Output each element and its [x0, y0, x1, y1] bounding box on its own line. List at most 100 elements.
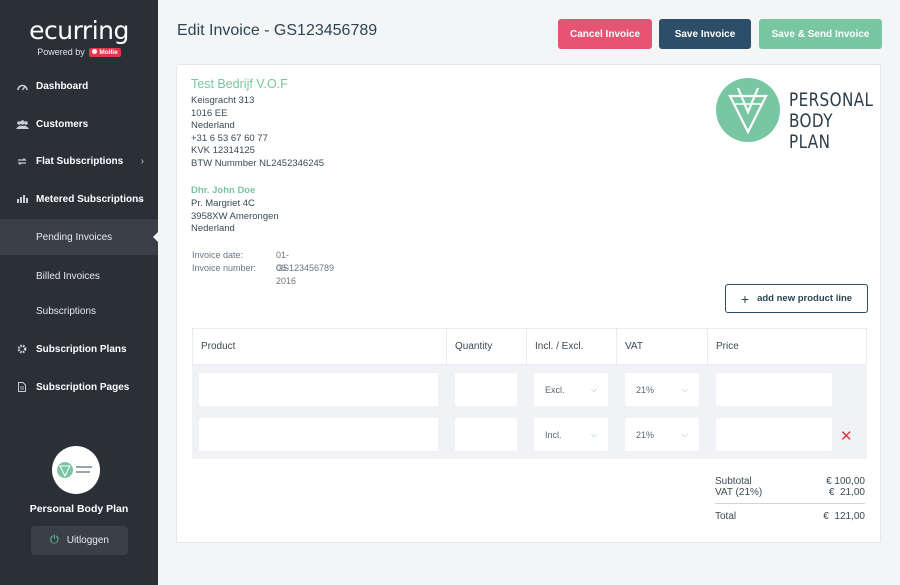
subtotal-row: Subtotal € 100,00 — [715, 476, 865, 487]
add-product-line-label: add new product line — [757, 293, 853, 304]
invoice-number-row: Invoice number: GS123456789 — [192, 262, 334, 275]
seller-name: Test Bedrijf V.O.F — [191, 77, 288, 91]
buyer-line: 3958XW Amerongen — [191, 210, 279, 222]
column-header-quantity: Quantity — [447, 329, 527, 364]
sidebar-item-label: Pending Invoices — [36, 231, 113, 243]
sidebar-item-label: Customers — [36, 118, 89, 130]
table-body: Excl. ⌵ 21% ⌵ Incl. ⌵ 21% ⌵ ✕ — [192, 365, 867, 459]
seller-line: KVK 12314125 — [191, 145, 255, 157]
seller-line: 1016 EE — [191, 107, 228, 119]
ecurring-logo[interactable]: ecurring Powered by Mollie — [0, 16, 158, 57]
sidebar-item-billed-invoices[interactable]: Billed Invoices — [0, 258, 158, 294]
sidebar-item-flat-subscriptions[interactable]: Flat Subscriptions › — [0, 143, 158, 179]
invoice-totals: Subtotal € 100,00 VAT (21%) € 21,00 Tota… — [715, 476, 865, 525]
invoice-date-row: Invoice date: 01-06-2016 — [192, 249, 296, 286]
sidebar-item-dashboard[interactable]: Dashboard — [0, 68, 158, 104]
invoice-meta: Invoice date: 01-06-2016 Invoice number:… — [192, 249, 334, 286]
quantity-input[interactable] — [455, 373, 517, 406]
logout-label: Uitloggen — [66, 535, 109, 546]
company-name: Personal Body Plan — [29, 503, 129, 515]
logo-wordmark: ecurring — [29, 16, 129, 45]
incl-excl-select[interactable]: Incl. ⌵ — [534, 418, 608, 451]
vat-select[interactable]: 21% ⌵ — [625, 418, 699, 451]
sidebar-item-label: Billed Invoices — [36, 270, 100, 282]
sidebar-item-customers[interactable]: Customers — [0, 106, 158, 142]
sidebar-item-label: Metered Subscriptions — [36, 193, 144, 205]
quantity-input[interactable] — [455, 418, 517, 451]
sidebar-item-pending-invoices[interactable]: Pending Invoices — [0, 219, 158, 255]
column-header-incl-excl: Incl. / Excl. — [527, 329, 617, 364]
logout-button[interactable]: ⏻ Uitloggen — [31, 526, 128, 555]
remove-line-icon[interactable]: ✕ — [840, 427, 853, 445]
price-input[interactable] — [716, 373, 832, 406]
document-icon — [15, 380, 29, 394]
chevron-right-icon: › — [140, 155, 144, 167]
chevron-down-icon: ⌵ — [590, 384, 597, 394]
refresh-icon — [15, 154, 29, 168]
chevron-down-icon: ⌵ — [681, 384, 688, 394]
vat-row: VAT (21%) € 21,00 — [715, 487, 865, 498]
company-logo-icon — [57, 462, 92, 478]
chevron-down-icon: ⌵ — [681, 429, 688, 439]
vat-select[interactable]: 21% ⌵ — [625, 373, 699, 406]
page-title: Edit Invoice - GS123456789 — [177, 22, 378, 39]
power-icon: ⏻ — [50, 534, 59, 546]
vat-total-value: € 21,00 — [828, 487, 865, 498]
vat-label: VAT (21%) — [715, 487, 763, 498]
column-header-product: Product — [193, 329, 447, 364]
users-icon — [15, 117, 29, 131]
price-input[interactable] — [716, 418, 832, 451]
gauge-icon — [15, 79, 29, 93]
save-send-invoice-button[interactable]: Save & Send Invoice — [759, 19, 882, 49]
plus-icon: + — [740, 290, 750, 307]
gear-icon — [15, 342, 29, 356]
incl-excl-value: Excl. — [545, 384, 565, 395]
seller-line: Keisgracht 313 — [191, 95, 255, 106]
mollie-badge-label: Mollie — [99, 49, 118, 56]
seller-line: +31 6 53 67 60 77 — [191, 132, 268, 144]
chevron-down-icon: ⌄ — [135, 193, 144, 205]
column-header-vat: VAT — [617, 329, 708, 364]
cancel-invoice-button[interactable]: Cancel Invoice — [558, 19, 652, 49]
sidebar-item-label: Subscription Pages — [36, 381, 130, 393]
sidebar-item-label: Subscription Plans — [36, 343, 127, 355]
company-avatar[interactable] — [52, 446, 100, 494]
buyer-address: Pr. Margriet 4C 3958XW Amerongen Nederla… — [191, 198, 279, 236]
product-input[interactable] — [199, 373, 438, 406]
sidebar-item-metered-subscriptions[interactable]: Metered Subscriptions ⌄ — [0, 181, 158, 217]
total-label: Total — [715, 511, 737, 522]
buyer-line: Nederland — [191, 223, 235, 235]
brand-line: BODY PLAN — [789, 110, 833, 153]
incl-excl-select[interactable]: Excl. ⌵ — [534, 373, 608, 406]
total-value: € 121,00 — [823, 511, 865, 522]
incl-excl-value: Incl. — [545, 429, 562, 440]
invoice-number-value: GS123456789 — [276, 263, 335, 273]
seller-line: BTW Nummber NL2452346245 — [191, 157, 325, 169]
powered-by: Powered by Mollie — [0, 47, 158, 57]
save-invoice-button[interactable]: Save Invoice — [659, 19, 751, 49]
vat-value: 21% — [636, 429, 655, 440]
total-row: Total € 121,00 — [715, 503, 865, 525]
brand-line: PERSONAL — [789, 89, 874, 111]
product-input[interactable] — [199, 418, 438, 451]
product-table: Product Quantity Incl. / Excl. VAT Price… — [192, 328, 867, 459]
vat-value: 21% — [636, 384, 655, 395]
invoice-date-label: Invoice date: — [192, 250, 244, 260]
sidebar-item-label: Dashboard — [36, 80, 89, 92]
seller-line: Nederland — [191, 120, 235, 132]
sidebar-item-subscriptions[interactable]: Subscriptions — [0, 293, 158, 329]
table-header: Product Quantity Incl. / Excl. VAT Price — [192, 328, 867, 365]
seller-address: Keisgracht 313 1016 EE Nederland +31 6 5… — [191, 95, 324, 171]
chevron-down-icon: ⌵ — [590, 429, 597, 439]
buyer-name: Dhr. John Doe — [191, 185, 256, 196]
bar-chart-icon — [15, 192, 29, 206]
invoice-card: Test Bedrijf V.O.F Keisgracht 313 1016 E… — [176, 64, 881, 543]
sidebar-item-subscription-pages[interactable]: Subscription Pages — [0, 369, 158, 405]
subtotal-value: € 100,00 — [826, 476, 865, 487]
sidebar-item-subscription-plans[interactable]: Subscription Plans — [0, 331, 158, 367]
buyer-line: Pr. Margriet 4C — [191, 198, 255, 209]
invoice-number-label: Invoice number: — [192, 263, 257, 273]
brand-wordmark: PERSONAL BODY PLAN — [789, 90, 873, 153]
column-header-price: Price — [716, 341, 739, 352]
add-product-line-button[interactable]: + add new product line — [725, 284, 868, 313]
